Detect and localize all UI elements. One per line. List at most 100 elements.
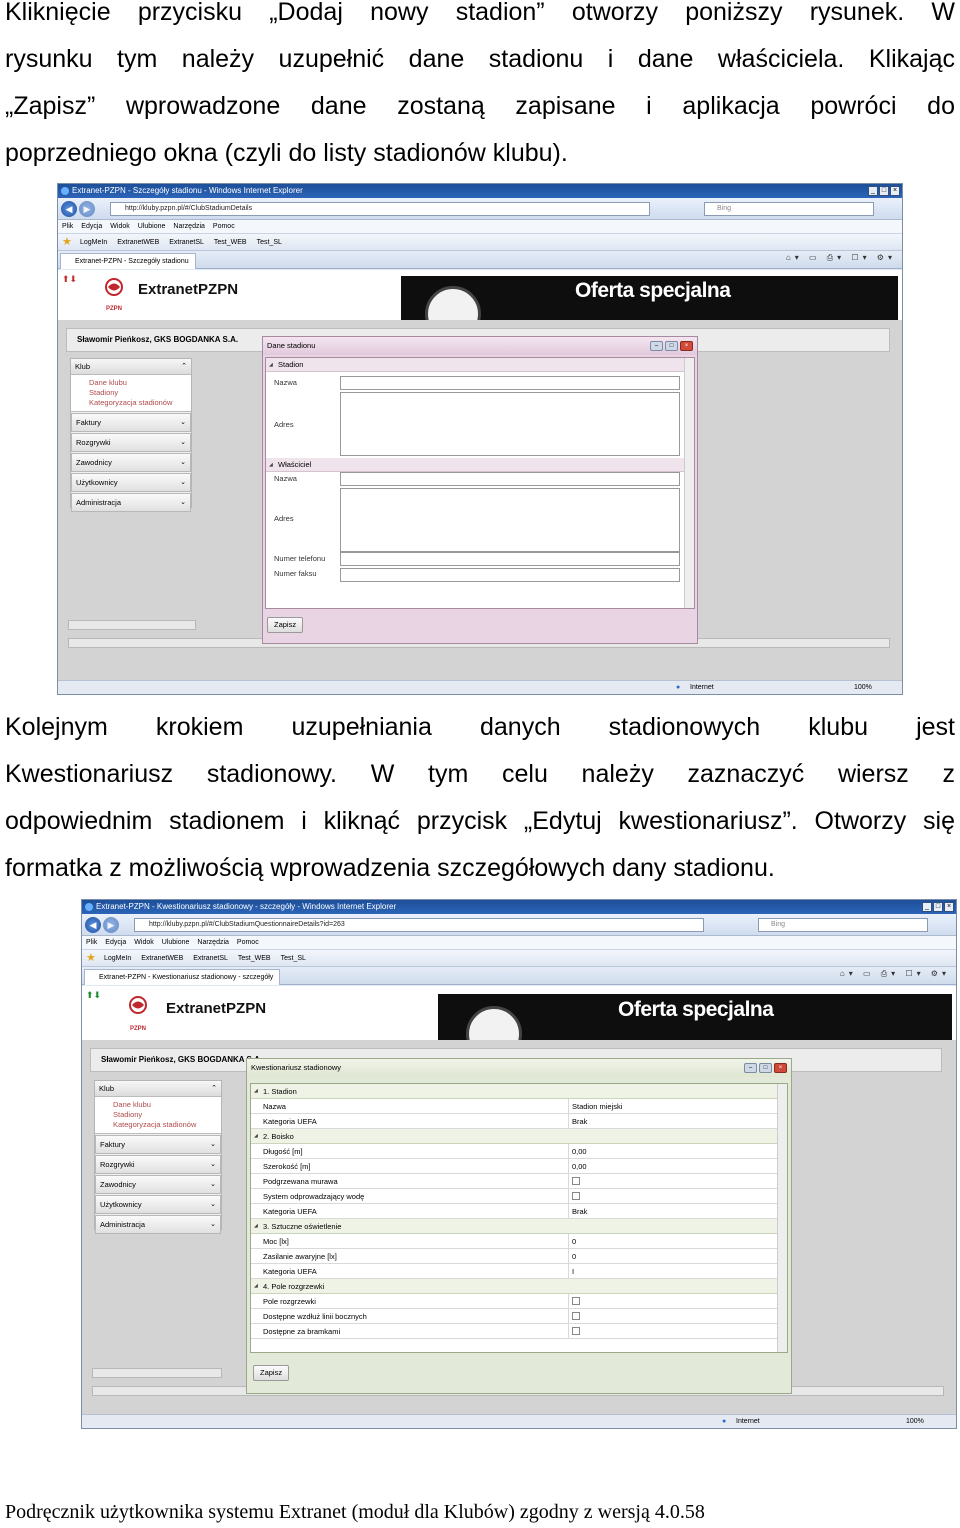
questionnaire-row[interactable]: Pole rozgrzewki bbox=[251, 1294, 787, 1309]
owner-phone-field[interactable] bbox=[340, 552, 680, 566]
forward-icon[interactable]: ▶ bbox=[79, 201, 95, 217]
menu-item[interactable]: Ulubione bbox=[138, 220, 166, 233]
questionnaire-field-value[interactable]: Brak bbox=[569, 1114, 587, 1128]
close-icon[interactable]: × bbox=[774, 1063, 787, 1073]
sidebar-item-dane-klubu[interactable]: Dane klubu bbox=[113, 1100, 221, 1110]
sidebar-item-uzytkownicy[interactable]: Użytkownicy ⌄ bbox=[71, 473, 191, 492]
favorite-link[interactable]: Test_SL bbox=[281, 950, 306, 966]
menu-item[interactable]: Pomoc bbox=[237, 936, 259, 949]
questionnaire-section[interactable]: 3. Sztuczne oświetlenie bbox=[251, 1219, 787, 1234]
save-button[interactable]: Zapisz bbox=[253, 1365, 290, 1381]
menu-item[interactable]: Widok bbox=[134, 936, 153, 949]
address-input[interactable]: http://kluby.pzpn.pl/#/ClubStadiumDetail… bbox=[110, 202, 650, 216]
sidebar-item-kategoryzacja[interactable]: Kategoryzacja stadionów bbox=[113, 1120, 221, 1130]
checkbox[interactable] bbox=[572, 1192, 580, 1200]
stadium-address-field[interactable] bbox=[340, 392, 680, 456]
sidebar-item-faktury[interactable]: Faktury ⌄ bbox=[95, 1135, 221, 1154]
checkbox[interactable] bbox=[572, 1177, 580, 1185]
checkbox[interactable] bbox=[572, 1297, 580, 1305]
section-stadion[interactable]: Stadion bbox=[266, 358, 694, 372]
favorite-link[interactable]: Test_WEB bbox=[238, 950, 271, 966]
menu-item[interactable]: Ulubione bbox=[162, 936, 190, 949]
menu-item[interactable]: Edycja bbox=[105, 936, 126, 949]
sidebar-item-kategoryzacja[interactable]: Kategoryzacja stadionów bbox=[89, 398, 191, 408]
back-icon[interactable]: ◀ bbox=[85, 917, 101, 933]
sidebar-head[interactable]: Klub ⌃ bbox=[71, 359, 191, 375]
sidebar-item-zawodnicy[interactable]: Zawodnicy ⌄ bbox=[71, 453, 191, 472]
save-button[interactable]: Zapisz bbox=[267, 617, 304, 633]
questionnaire-row[interactable]: Szerokość [m] 0,00 bbox=[251, 1159, 787, 1174]
sidebar-scrollbar[interactable] bbox=[68, 620, 196, 630]
sidebar-item-stadiony[interactable]: Stadiony bbox=[113, 1110, 221, 1120]
questionnaire-row[interactable]: Kategoria UEFA I bbox=[251, 1264, 787, 1279]
maximize-icon[interactable]: □ bbox=[665, 341, 678, 351]
sidebar-item-administracja[interactable]: Administracja ⌄ bbox=[95, 1215, 221, 1234]
minimize-icon[interactable]: _ bbox=[922, 902, 932, 912]
dialog-scrollbar[interactable] bbox=[777, 1084, 787, 1352]
minimize-icon[interactable]: _ bbox=[868, 186, 878, 196]
questionnaire-row[interactable]: Podgrzewana murawa bbox=[251, 1174, 787, 1189]
search-input[interactable]: Bing bbox=[758, 918, 928, 932]
questionnaire-field-value[interactable] bbox=[569, 1324, 580, 1338]
sidebar-scrollbar[interactable] bbox=[92, 1368, 222, 1378]
sidebar-item-uzytkownicy[interactable]: Użytkownicy ⌄ bbox=[95, 1195, 221, 1214]
minimize-icon[interactable]: – bbox=[650, 341, 663, 351]
owner-name-field[interactable] bbox=[340, 472, 680, 486]
nav-arrows-icon[interactable]: ⬆⬇ bbox=[62, 274, 77, 285]
zoom-level[interactable]: 100% bbox=[854, 681, 872, 694]
questionnaire-row[interactable]: Kategoria UEFA Brak bbox=[251, 1114, 787, 1129]
questionnaire-row[interactable]: Nazwa Stadion miejski bbox=[251, 1099, 787, 1114]
questionnaire-row[interactable]: Kategoria UEFA Brak bbox=[251, 1204, 787, 1219]
favorite-link[interactable]: ExtranetWEB bbox=[117, 234, 159, 250]
questionnaire-field-value[interactable] bbox=[569, 1294, 580, 1308]
menu-item[interactable]: Widok bbox=[110, 220, 129, 233]
favorites-star-icon[interactable]: ★ bbox=[86, 952, 96, 964]
questionnaire-field-value[interactable]: Brak bbox=[569, 1204, 587, 1218]
sidebar-item-administracja[interactable]: Administracja ⌄ bbox=[71, 493, 191, 512]
search-input[interactable]: Bing bbox=[704, 202, 874, 216]
close-icon[interactable]: × bbox=[890, 186, 900, 196]
offer-banner[interactable]: Oferta specjalna bbox=[401, 276, 898, 320]
stadium-name-field[interactable] bbox=[340, 376, 680, 390]
favorite-link[interactable]: LogMeIn bbox=[104, 950, 131, 966]
back-icon[interactable]: ◀ bbox=[61, 201, 77, 217]
close-icon[interactable]: × bbox=[680, 341, 693, 351]
section-wlasciciel[interactable]: Właściciel bbox=[266, 458, 694, 472]
zoom-level[interactable]: 100% bbox=[906, 1415, 924, 1428]
questionnaire-row[interactable]: Długość [m] 0,00 bbox=[251, 1144, 787, 1159]
dialog-scrollbar[interactable] bbox=[684, 358, 694, 608]
browser-tab[interactable]: Extranet-PZPN - Szczegóły stadionu bbox=[60, 253, 196, 269]
forward-icon[interactable]: ▶ bbox=[103, 917, 119, 933]
nav-arrows-icon[interactable]: ⬆⬇ bbox=[86, 990, 101, 1001]
menu-item[interactable]: Plik bbox=[86, 936, 97, 949]
maximize-icon[interactable]: □ bbox=[933, 902, 943, 912]
questionnaire-field-value[interactable]: 0,00 bbox=[569, 1159, 587, 1173]
owner-address-field[interactable] bbox=[340, 488, 680, 552]
questionnaire-field-value[interactable] bbox=[569, 1189, 580, 1203]
close-icon[interactable]: × bbox=[944, 902, 954, 912]
favorite-link[interactable]: Test_SL bbox=[257, 234, 282, 250]
menu-item[interactable]: Narzędzia bbox=[173, 220, 205, 233]
questionnaire-row[interactable]: Dostępne wzdłuż linii bocznych bbox=[251, 1309, 787, 1324]
owner-fax-field[interactable] bbox=[340, 568, 680, 582]
offer-banner[interactable]: Oferta specjalna bbox=[438, 994, 952, 1040]
questionnaire-field-value[interactable] bbox=[569, 1309, 580, 1323]
favorite-link[interactable]: LogMeIn bbox=[80, 234, 107, 250]
questionnaire-section[interactable]: 4. Pole rozgrzewki bbox=[251, 1279, 787, 1294]
favorites-star-icon[interactable]: ★ bbox=[62, 236, 72, 248]
toolbar-icons[interactable]: ⌂▾ ▭ ⎙▾ ☐▾ ⚙▾ bbox=[840, 969, 950, 979]
sidebar-item-rozgrywki[interactable]: Rozgrywki ⌄ bbox=[71, 433, 191, 452]
menu-item[interactable]: Edycja bbox=[81, 220, 102, 233]
questionnaire-field-value[interactable]: 0 bbox=[569, 1234, 576, 1248]
checkbox[interactable] bbox=[572, 1327, 580, 1335]
sidebar-item-stadiony[interactable]: Stadiony bbox=[89, 388, 191, 398]
questionnaire-field-value[interactable]: I bbox=[569, 1264, 574, 1278]
questionnaire-row[interactable]: Zasilanie awaryjne [lx] 0 bbox=[251, 1249, 787, 1264]
sidebar-item-zawodnicy[interactable]: Zawodnicy ⌄ bbox=[95, 1175, 221, 1194]
questionnaire-field-value[interactable]: 0,00 bbox=[569, 1144, 587, 1158]
menu-item[interactable]: Pomoc bbox=[213, 220, 235, 233]
toolbar-icons[interactable]: ⌂▾ ▭ ⎙▾ ☐▾ ⚙▾ bbox=[786, 253, 896, 263]
menu-item[interactable]: Narzędzia bbox=[197, 936, 229, 949]
questionnaire-field-value[interactable]: Stadion miejski bbox=[569, 1099, 622, 1113]
checkbox[interactable] bbox=[572, 1312, 580, 1320]
